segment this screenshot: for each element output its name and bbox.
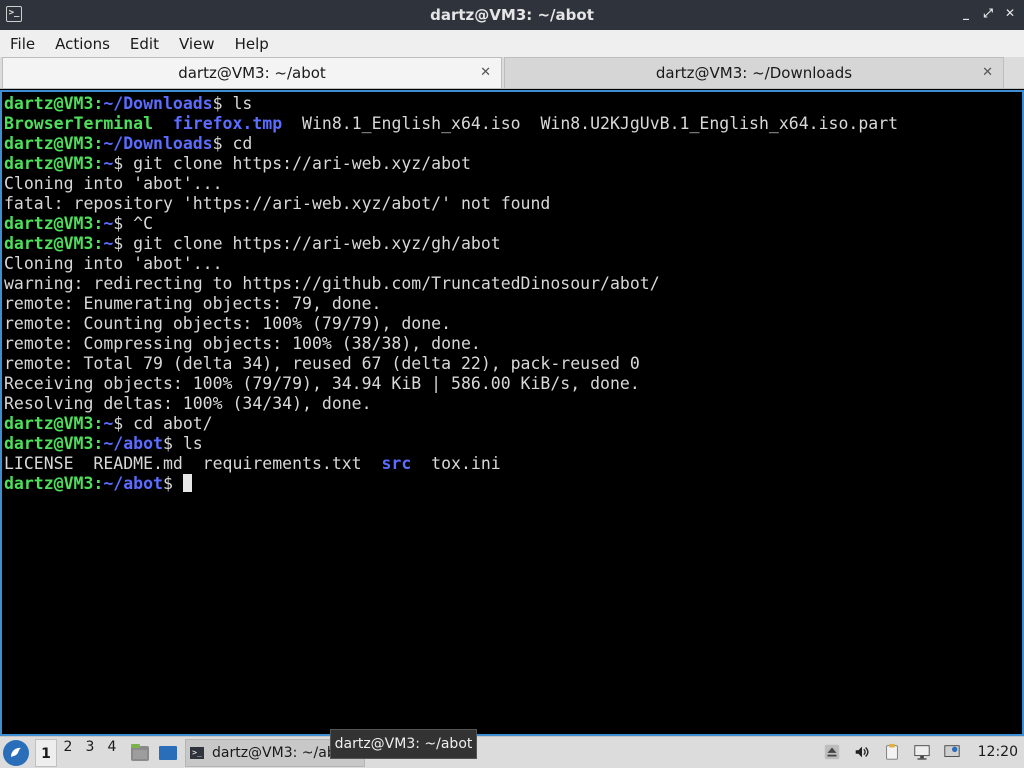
terminal-output-line: LICENSE README.md requirements.txt src t…: [4, 454, 1022, 474]
tab-close-icon[interactable]: ✕: [982, 65, 993, 80]
file-entry: [153, 114, 173, 133]
prompt-command: $ git clone https://ari-web.xyz/abot: [113, 154, 471, 173]
show-desktop-icon[interactable]: [157, 742, 179, 764]
executable-entry: BrowserTerminal: [4, 114, 154, 133]
terminal-output-line: remote: Total 79 (delta 34), reused 67 (…: [4, 354, 640, 373]
prompt-path: ~: [103, 234, 114, 253]
eject-icon[interactable]: [822, 742, 842, 762]
prompt-command: $ ^C: [113, 214, 154, 233]
volume-icon[interactable]: [852, 742, 872, 762]
terminal-prompt-line: dartz@VM3:~/abot$ ls: [4, 434, 1022, 454]
prompt-path: ~: [103, 414, 114, 433]
menu-file[interactable]: File: [0, 35, 45, 53]
terminal-prompt-line: dartz@VM3:~/Downloads$ cd: [4, 134, 1022, 154]
terminal-prompt-line: dartz@VM3:~$ git clone https://ari-web.x…: [4, 154, 1022, 174]
prompt-path: ~: [103, 154, 114, 173]
menubar: File Actions Edit View Help: [0, 30, 1024, 57]
prompt-command: $ cd: [212, 134, 253, 153]
workspace-3[interactable]: 3: [79, 739, 101, 767]
window-title: dartz@VM3: ~/abot: [430, 6, 594, 24]
prompt-command: $ cd abot/: [113, 414, 213, 433]
file-entry: tox.ini: [411, 454, 501, 473]
start-menu-icon[interactable]: [3, 739, 29, 766]
prompt-user: dartz@VM3:: [4, 234, 104, 253]
menu-help[interactable]: Help: [225, 35, 279, 53]
terminal-app-icon: >_: [6, 6, 22, 22]
prompt-path: ~: [103, 214, 114, 233]
prompt-user: dartz@VM3:: [4, 214, 104, 233]
prompt-path: ~/Downloads: [103, 134, 213, 153]
file-entry: LICENSE README.md requirements.txt: [4, 454, 382, 473]
prompt-user: dartz@VM3:: [4, 414, 104, 433]
prompt-user: dartz@VM3:: [4, 154, 104, 173]
prompt-user: dartz@VM3:: [4, 134, 104, 153]
tab-close-icon[interactable]: ✕: [480, 65, 491, 80]
terminal-output-line: warning: redirecting to https://github.c…: [4, 274, 660, 293]
terminal-output-line: Cloning into 'abot'...: [4, 174, 223, 193]
clock[interactable]: 12:20: [978, 744, 1018, 760]
menu-view[interactable]: View: [169, 35, 225, 53]
terminal-prompt-line: dartz@VM3:~/Downloads$ ls: [4, 94, 1022, 114]
update-notifier-icon[interactable]: [942, 742, 962, 762]
prompt-command: $: [162, 474, 183, 493]
directory-entry: src: [381, 454, 412, 473]
prompt-user: dartz@VM3:: [4, 94, 104, 113]
workspace-2[interactable]: 2: [57, 739, 79, 767]
directory-entry: firefox.tmp: [172, 114, 283, 133]
terminal-output[interactable]: dartz@VM3:~/Downloads$ ls BrowserTerminal…: [0, 90, 1024, 736]
prompt-path: ~/Downloads: [103, 94, 213, 113]
clipboard-icon[interactable]: [882, 742, 902, 762]
terminal-output-line: Receiving objects: 100% (79/79), 34.94 K…: [4, 374, 640, 393]
terminal-output-line: BrowserTerminal firefox.tmp Win8.1_Engli…: [4, 114, 1022, 134]
prompt-command: $ git clone https://ari-web.xyz/gh/abot: [113, 234, 501, 253]
prompt-user: dartz@VM3:: [4, 474, 104, 493]
terminal-output-line: remote: Counting objects: 100% (79/79), …: [4, 314, 452, 333]
system-tray: 12:20: [822, 737, 1024, 767]
network-icon[interactable]: [912, 742, 932, 762]
terminal-output-line: remote: Enumerating objects: 79, done.: [4, 294, 382, 313]
tab-bar: dartz@VM3: ~/abot ✕ dartz@VM3: ~/Downloa…: [0, 57, 1024, 89]
terminal-cursor: [182, 474, 192, 492]
file-entry: Win8.1_English_x64.iso Win8.U2KJgUvB.1_E…: [282, 114, 899, 133]
task-tooltip: dartz@VM3: ~/abot: [330, 729, 477, 759]
close-icon[interactable]: ✕: [1004, 6, 1016, 21]
prompt-command: $ ls: [162, 434, 203, 453]
minimize-icon[interactable]: _: [960, 6, 972, 21]
terminal-output-line: remote: Compressing objects: 100% (38/38…: [4, 334, 481, 353]
terminal-prompt-line: dartz@VM3:~$ git clone https://ari-web.x…: [4, 234, 1022, 254]
terminal-prompt-line: dartz@VM3:~$ cd abot/: [4, 414, 1022, 434]
file-manager-icon[interactable]: [129, 742, 151, 764]
menu-edit[interactable]: Edit: [120, 35, 169, 53]
terminal-prompt-line: dartz@VM3:~/abot$: [4, 474, 1022, 494]
terminal-icon: >_: [190, 746, 204, 759]
workspace-4[interactable]: 4: [101, 739, 123, 767]
menu-actions[interactable]: Actions: [45, 35, 120, 53]
window-controls: _ ⤢ ✕: [960, 6, 1016, 21]
tab-label: dartz@VM3: ~/abot: [178, 64, 326, 82]
terminal-output-line: Resolving deltas: 100% (34/34), done.: [4, 394, 372, 413]
prompt-path: ~/abot: [103, 434, 163, 453]
tab-abot[interactable]: dartz@VM3: ~/abot ✕: [2, 57, 502, 88]
prompt-user: dartz@VM3:: [4, 434, 104, 453]
taskbar: 1234 >_ dartz@VM3: ~/abot 12:20: [0, 736, 1024, 768]
prompt-command: $ ls: [212, 94, 253, 113]
workspace-switcher: 1234: [35, 738, 123, 767]
tab-downloads[interactable]: dartz@VM3: ~/Downloads ✕: [504, 57, 1004, 88]
maximize-icon[interactable]: ⤢: [982, 6, 994, 21]
prompt-path: ~/abot: [103, 474, 163, 493]
tab-label: dartz@VM3: ~/Downloads: [655, 64, 853, 82]
window-titlebar[interactable]: >_ dartz@VM3: ~/abot _ ⤢ ✕: [0, 0, 1024, 30]
terminal-output-line: Cloning into 'abot'...: [4, 254, 223, 273]
terminal-output-line: fatal: repository 'https://ari-web.xyz/a…: [4, 194, 551, 213]
terminal-prompt-line: dartz@VM3:~$ ^C: [4, 214, 1022, 234]
workspace-1[interactable]: 1: [35, 738, 57, 767]
